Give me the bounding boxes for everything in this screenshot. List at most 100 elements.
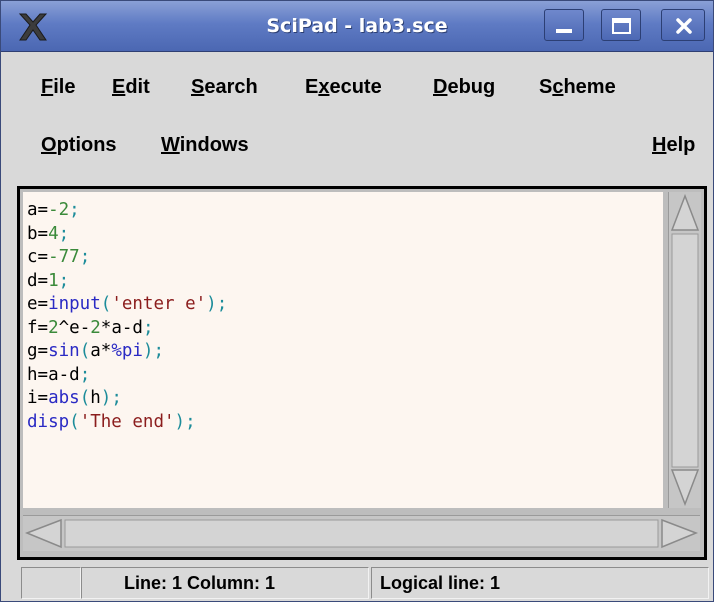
code-number: 2 — [48, 317, 59, 338]
code-line: a=-2; — [27, 199, 227, 223]
code-separator: ; — [58, 270, 70, 291]
status-bar: Line: 1 Column: 1 Logical line: 1 — [1, 565, 713, 601]
code-line: g=sin(a*%pi); — [27, 340, 227, 364]
menu-execute[interactable]: Execute — [305, 76, 382, 99]
code-number: 4 — [48, 223, 59, 244]
menu-search[interactable]: Search — [191, 76, 258, 99]
menu-edit-label: dit — [125, 76, 150, 98]
minimize-button[interactable] — [544, 9, 584, 41]
menu-options-mnemonic: O — [41, 134, 57, 156]
code-line: e=input('enter e'); — [27, 293, 227, 317]
code-token: e= — [27, 294, 49, 314]
code-token: h=a-d — [27, 364, 80, 385]
scroll-right-arrow-icon[interactable] — [661, 518, 699, 549]
menu-file[interactable]: File — [41, 76, 75, 99]
menu-file-label: ile — [53, 76, 76, 98]
code-separator: ; — [216, 294, 228, 314]
maximize-icon — [612, 18, 631, 34]
code-number: 2 — [90, 317, 101, 338]
code-separator: ; — [111, 388, 122, 408]
menu-scheme-label: heme — [563, 76, 616, 98]
menu-execute-mnemonic: x — [318, 76, 330, 98]
menu-help[interactable]: Help — [652, 134, 695, 157]
code-line: f=2^e-2*a-d; — [27, 317, 227, 341]
code-paren: ) — [142, 341, 154, 361]
vertical-scrollbar[interactable] — [668, 192, 701, 508]
code-function: abs — [48, 388, 80, 408]
menu-debug[interactable]: Debug — [433, 76, 495, 99]
menu-bar: File Edit Search Execute Debug Scheme Op… — [1, 52, 713, 182]
code-separator: ; — [153, 341, 165, 361]
code-paren: ) — [174, 411, 186, 432]
vertical-scroll-thumb[interactable] — [671, 233, 699, 468]
code-token: a= — [27, 200, 49, 220]
code-line: d=1; — [27, 270, 227, 294]
menu-windows-mnemonic: W — [161, 134, 180, 156]
code-paren: ) — [100, 388, 112, 408]
scroll-down-arrow-icon[interactable] — [670, 469, 700, 507]
code-token: *a-d — [100, 317, 143, 338]
code-constant: %pi — [111, 341, 143, 361]
code-separator: ; — [79, 247, 91, 267]
code-token: c= — [27, 247, 49, 267]
code-paren: ( — [79, 341, 91, 361]
close-icon — [676, 18, 692, 34]
menu-scheme-mnemonic: c — [552, 76, 564, 98]
horizontal-scrollbar[interactable] — [23, 515, 700, 551]
close-button[interactable] — [661, 9, 705, 41]
code-separator: ; — [142, 317, 154, 338]
code-token: f= — [27, 317, 49, 338]
code-token: i= — [27, 388, 49, 408]
status-line-column: Line: 1 Column: 1 — [81, 567, 369, 599]
code-line: h=a-d; — [27, 364, 227, 388]
code-function: sin — [48, 341, 80, 361]
code-separator: ; — [185, 411, 196, 432]
code-paren: ( — [79, 388, 91, 408]
code-separator: ; — [79, 364, 91, 385]
code-token: g= — [27, 341, 49, 361]
scroll-left-arrow-icon[interactable] — [24, 518, 62, 549]
code-token: d= — [27, 270, 49, 291]
code-line: disp('The end'); — [27, 411, 227, 435]
code-token: ^e- — [58, 317, 91, 338]
code-number: -77 — [48, 247, 80, 267]
maximize-button[interactable] — [601, 9, 641, 41]
code-line: i=abs(h); — [27, 387, 227, 411]
code-function: disp — [27, 411, 70, 432]
menu-execute-prefix: E — [305, 76, 319, 98]
status-logical-line: Logical line: 1 — [371, 567, 709, 599]
menu-scheme[interactable]: Scheme — [539, 76, 616, 99]
menu-edit[interactable]: Edit — [112, 76, 150, 99]
status-cell-blank — [21, 567, 81, 599]
code-string: 'The end' — [79, 411, 175, 432]
scroll-up-arrow-icon[interactable] — [670, 193, 700, 231]
code-line: b=4; — [27, 223, 227, 247]
code-token: a* — [90, 341, 112, 361]
code-token: b= — [27, 223, 49, 244]
horizontal-scroll-thumb[interactable] — [64, 519, 659, 548]
code-separator: ; — [58, 223, 70, 244]
minimize-icon — [556, 29, 572, 33]
menu-search-mnemonic: S — [191, 76, 205, 98]
menu-options[interactable]: Options — [41, 134, 117, 157]
menu-search-label: earch — [204, 76, 258, 98]
menu-help-label: elp — [666, 134, 696, 156]
code-line: c=-77; — [27, 246, 227, 270]
menu-windows-label: indows — [179, 134, 249, 156]
code-text[interactable]: a=-2; b=4; c=-77; d=1; e=input('enter e'); f=… — [27, 199, 227, 434]
menu-options-label: ptions — [56, 134, 117, 156]
menu-scheme-prefix: S — [539, 76, 553, 98]
code-function: input — [48, 294, 101, 314]
menu-debug-mnemonic: D — [433, 76, 448, 98]
code-string: 'enter e' — [111, 294, 207, 314]
menu-windows[interactable]: Windows — [161, 134, 249, 157]
menu-edit-mnemonic: E — [112, 76, 126, 98]
menu-file-mnemonic: F — [41, 76, 54, 98]
menu-debug-label: ebug — [447, 76, 496, 98]
code-token: h — [90, 388, 101, 408]
code-paren: ( — [100, 294, 112, 314]
code-number: -2 — [48, 200, 70, 220]
code-editor[interactable]: a=-2; b=4; c=-77; d=1; e=input('enter e'); f=… — [23, 192, 663, 508]
title-bar[interactable]: SciPad - lab3.sce — [1, 1, 713, 52]
code-number: 1 — [48, 270, 59, 291]
